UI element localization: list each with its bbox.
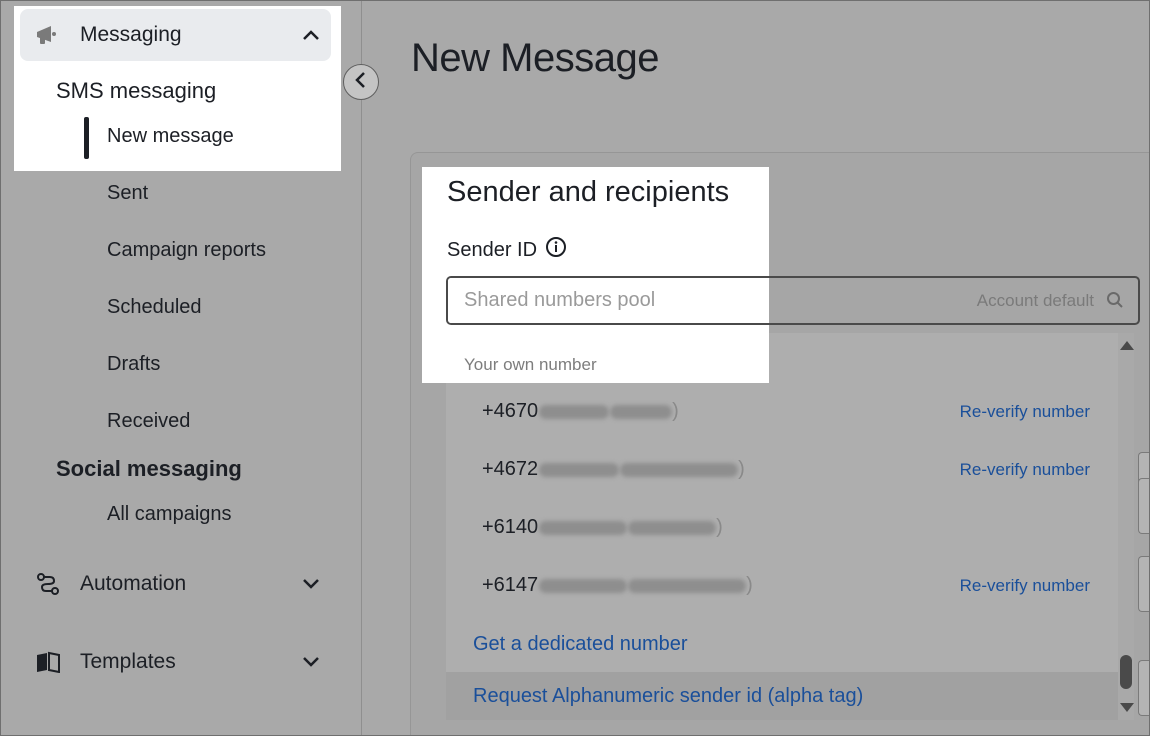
card-title: Sender and recipients	[447, 176, 730, 208]
sidebar-item-campaign-reports[interactable]: Campaign reports	[107, 239, 266, 262]
reverify-number-link[interactable]: Re-verify number	[960, 402, 1090, 422]
number-prefix: +4672	[482, 458, 539, 480]
request-alpha-tag-link[interactable]: Request Alphanumeric sender id (alpha ta…	[473, 685, 863, 708]
sender-id-search-input[interactable]	[464, 278, 904, 323]
page-title: New Message	[411, 36, 659, 80]
book-icon	[26, 636, 70, 688]
section-social-messaging[interactable]: Social messaging	[56, 456, 242, 482]
number-prefix: +6147	[482, 574, 539, 596]
number-prefix: +6140	[482, 516, 539, 538]
nav-messaging[interactable]: Messaging	[20, 9, 331, 61]
sender-id-text: Sender ID	[447, 238, 538, 261]
get-dedicated-number-link[interactable]: Get a dedicated number	[473, 633, 688, 656]
reverify-number-link[interactable]: Re-verify number	[960, 576, 1090, 596]
search-icon[interactable]	[1106, 291, 1124, 314]
sidebar-item-received[interactable]: Received	[107, 410, 190, 433]
scroll-up-arrow-icon[interactable]	[1120, 341, 1134, 350]
group-label-own-number: Your own number	[464, 355, 597, 374]
flow-icon	[26, 558, 70, 610]
sidebar-item-scheduled[interactable]: Scheduled	[107, 296, 202, 319]
sidebar-item-all-campaigns[interactable]: All campaigns	[107, 503, 232, 526]
nav-messaging-label: Messaging	[80, 23, 182, 46]
nav-templates-label: Templates	[80, 650, 176, 673]
sidebar-item-sent[interactable]: Sent	[107, 182, 148, 205]
chevron-up-icon[interactable]	[291, 29, 331, 41]
number-prefix: +4670	[482, 400, 539, 422]
number-option[interactable]: +4672) Re-verify number	[446, 444, 1118, 496]
number-option[interactable]: +4670) Re-verify number	[446, 386, 1118, 438]
sidebar-item-new-message[interactable]: New message	[107, 125, 234, 148]
number-option[interactable]: +6140)	[446, 502, 1118, 554]
sender-id-label: Sender ID	[447, 236, 567, 264]
dropdown-scrollbar[interactable]	[1118, 333, 1134, 720]
partial-edge-element	[1138, 660, 1150, 716]
sidebar-item-drafts[interactable]: Drafts	[107, 353, 160, 376]
sender-id-search-field[interactable]: Account default	[446, 276, 1140, 325]
partial-edge-element	[1138, 478, 1150, 534]
chevron-down-icon[interactable]	[291, 578, 331, 590]
nav-templates[interactable]: Templates	[20, 636, 331, 688]
section-sms-messaging[interactable]: SMS messaging	[56, 78, 216, 104]
nav-automation-label: Automation	[80, 572, 187, 595]
active-indicator	[84, 117, 89, 159]
nav-automation[interactable]: Automation	[20, 558, 331, 610]
scroll-down-arrow-icon[interactable]	[1120, 703, 1134, 712]
chevron-down-icon[interactable]	[291, 656, 331, 668]
number-option[interactable]: +6147) Re-verify number	[446, 560, 1118, 612]
megaphone-icon	[26, 9, 70, 61]
partial-edge-element	[1138, 556, 1150, 612]
info-icon[interactable]	[545, 236, 567, 264]
reverify-number-link[interactable]: Re-verify number	[960, 460, 1090, 480]
account-default-label: Account default	[976, 291, 1094, 310]
sender-id-dropdown: Your own number +4670) Re-verify number …	[446, 333, 1118, 720]
chevron-left-icon	[354, 71, 368, 94]
scrollbar-thumb[interactable]	[1120, 655, 1132, 689]
collapse-sidebar-button[interactable]	[343, 64, 379, 100]
